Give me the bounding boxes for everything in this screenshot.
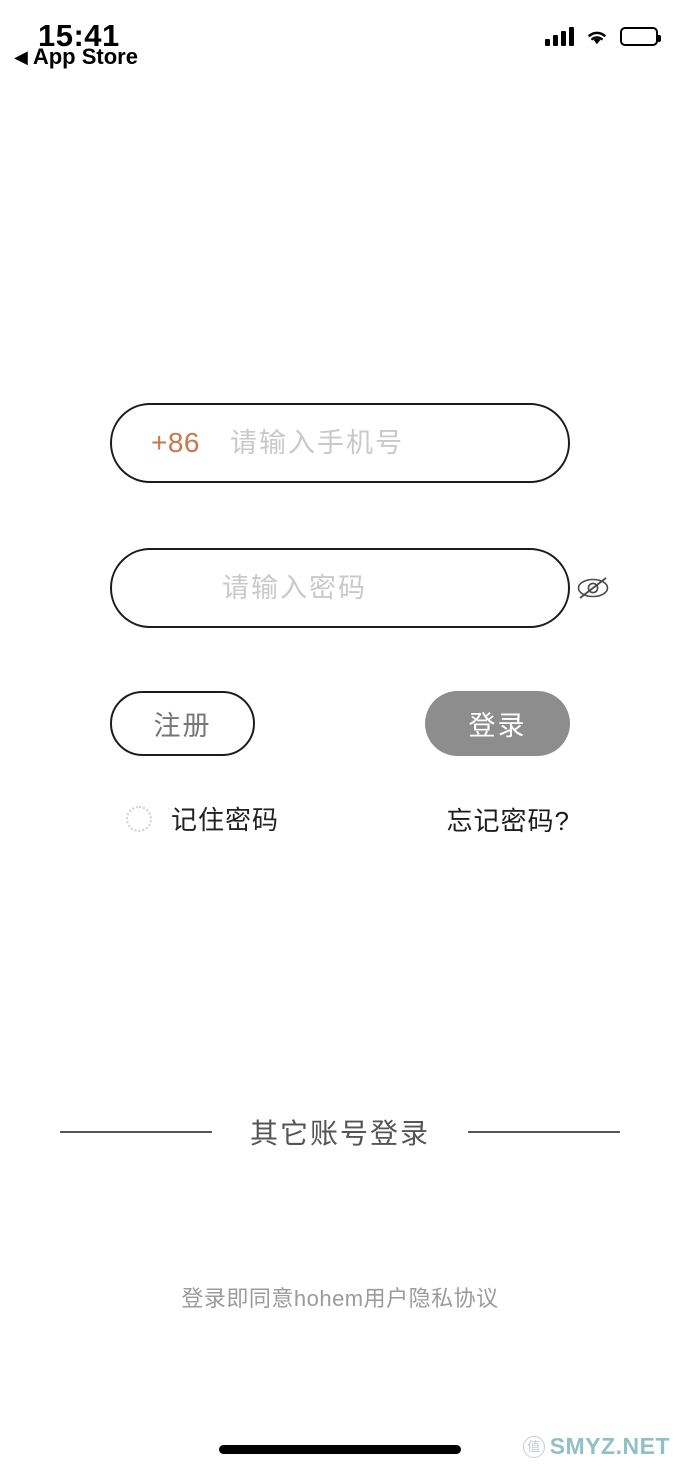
divider-line-left bbox=[60, 1131, 212, 1133]
forgot-password-link[interactable]: 忘记密码? bbox=[447, 801, 570, 838]
register-button[interactable]: 注册 bbox=[110, 691, 255, 756]
back-caret-icon: ◀ bbox=[14, 47, 28, 67]
home-indicator[interactable] bbox=[219, 1445, 461, 1454]
watermark-badge: 值 bbox=[522, 1435, 545, 1458]
privacy-agreement-text[interactable]: 登录即同意hohem用户隐私协议 bbox=[0, 1281, 680, 1313]
remember-password-label: 记住密码 bbox=[171, 805, 280, 835]
eye-slash-icon[interactable] bbox=[576, 567, 610, 609]
back-label: App Store bbox=[32, 44, 138, 69]
password-input[interactable] bbox=[222, 572, 576, 604]
remember-password-toggle[interactable]: 记住密码 bbox=[126, 800, 279, 837]
country-code-label[interactable]: +86 bbox=[151, 427, 200, 459]
wifi-icon bbox=[585, 27, 609, 46]
password-input-field[interactable] bbox=[110, 548, 609, 628]
other-login-divider: 其它账号登录 bbox=[60, 1112, 620, 1152]
status-bar-indicators bbox=[545, 27, 661, 46]
remember-password-checkbox[interactable] bbox=[126, 805, 152, 832]
divider-label: 其它账号登录 bbox=[249, 1118, 430, 1149]
battery-icon bbox=[620, 27, 661, 46]
back-to-app-store-button[interactable]: ◀ App Store bbox=[14, 44, 138, 70]
cellular-bars-icon bbox=[545, 27, 574, 46]
login-button[interactable]: 登录 bbox=[425, 691, 570, 756]
phone-input-field[interactable]: +86 bbox=[110, 403, 584, 483]
phone-input[interactable] bbox=[230, 427, 584, 459]
divider-line-right bbox=[467, 1131, 620, 1133]
watermark-text: SMYZ.NET bbox=[549, 1433, 670, 1459]
status-bar: 15:41 ◀ App Store bbox=[0, 0, 680, 90]
login-screen: 15:41 ◀ App Store +86 请输入手机号 请输入密码 注册 登录… bbox=[0, 0, 680, 1472]
watermark: 值 SMYZ.NET bbox=[522, 1433, 670, 1460]
